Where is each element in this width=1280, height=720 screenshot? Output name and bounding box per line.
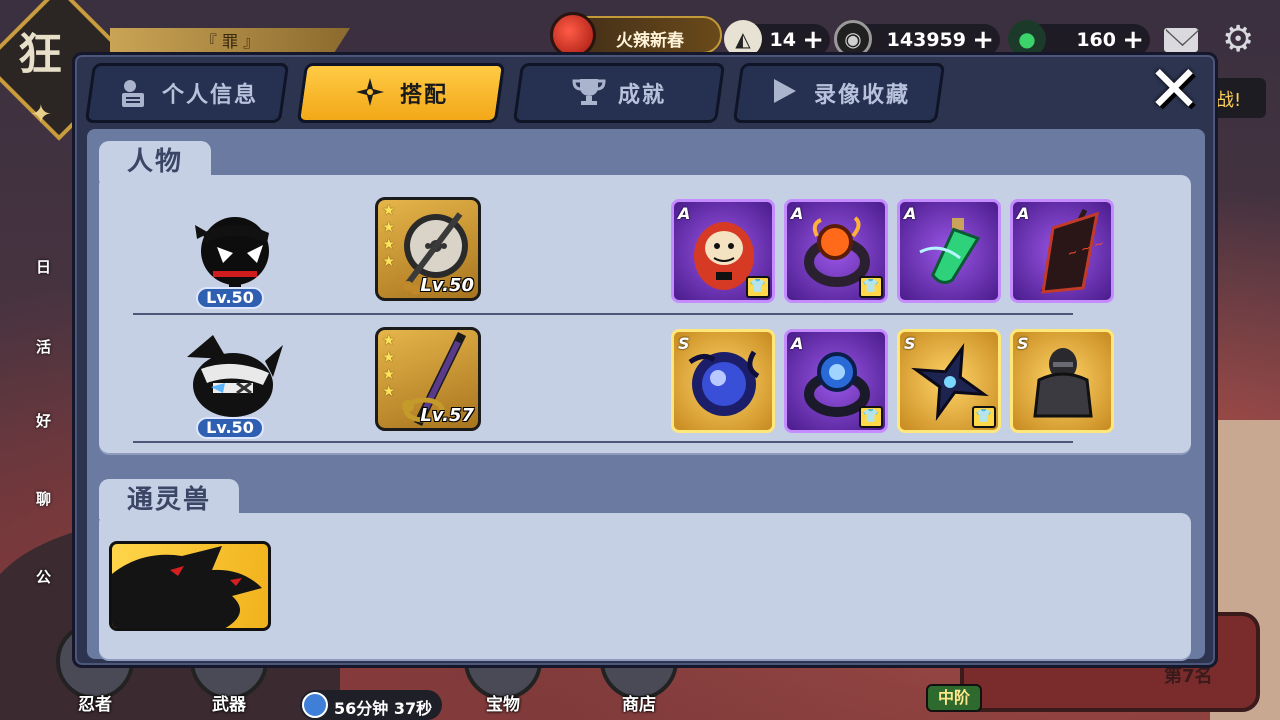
tab-replays-label: 录像收藏 bbox=[813, 83, 910, 108]
character-weapon-2[interactable]: ★ ★ ★ ★ Lv.57 bbox=[375, 327, 481, 431]
trophy-icon bbox=[572, 77, 606, 109]
tab-achievements-label: 成就 bbox=[617, 83, 666, 108]
characters-section: 人物 Lv.50 ★ ★ ★ ★ Lv.50 A 👕 A 👕 A A ~ ~ ~… bbox=[99, 141, 1191, 453]
tab-loadout-label: 搭配 bbox=[399, 83, 448, 108]
modal-body: 人物 Lv.50 ★ ★ ★ ★ Lv.50 A 👕 A 👕 A A ~ ~ ~… bbox=[87, 129, 1205, 659]
nav-shop[interactable]: 商店 bbox=[622, 690, 656, 715]
close-button[interactable]: ✕ bbox=[1143, 58, 1205, 122]
gear-grade-2-1: S bbox=[678, 334, 690, 353]
resource-gem-value: 160 bbox=[1076, 29, 1116, 51]
equipped-badge-icon: 👕 bbox=[859, 406, 883, 428]
add-coin-button[interactable]: + bbox=[972, 25, 994, 55]
gear-slot-1-1[interactable]: A 👕 bbox=[671, 199, 775, 303]
add-rice-button[interactable]: + bbox=[802, 25, 824, 55]
settings-gear-icon[interactable]: ⚙ bbox=[1222, 22, 1254, 58]
characters-section-title: 人物 bbox=[99, 141, 212, 181]
clock-icon bbox=[302, 692, 328, 718]
mail-icon[interactable] bbox=[1164, 28, 1198, 52]
resource-rice-value: 14 bbox=[769, 29, 796, 51]
character-weapon-1[interactable]: ★ ★ ★ ★ Lv.50 bbox=[375, 197, 481, 301]
weapon-stars-1: ★ ★ ★ ★ bbox=[382, 201, 396, 270]
gear-slot-2-4[interactable]: S bbox=[1010, 329, 1114, 433]
timer-chip: 56分钟 37秒 bbox=[300, 690, 442, 720]
tab-profile-info-label: 个人信息 bbox=[161, 83, 258, 108]
gear-grade-1-1: A bbox=[678, 204, 691, 223]
character-level-badge-2: Lv.50 bbox=[196, 417, 264, 439]
row-divider bbox=[133, 441, 1073, 443]
spirit-beast-section: 通灵兽 bbox=[99, 479, 1191, 659]
gear-slot-2-1[interactable]: S bbox=[671, 329, 775, 433]
equipped-badge-icon: 👕 bbox=[859, 276, 883, 298]
gear-grade-2-2: A bbox=[791, 334, 804, 353]
gear-slot-1-2[interactable]: A 👕 bbox=[784, 199, 888, 303]
tab-replays[interactable]: 录像收藏 bbox=[732, 63, 946, 123]
gear-grade-2-3: S bbox=[904, 334, 916, 353]
timer-text: 56分钟 37秒 bbox=[334, 699, 433, 718]
equipped-badge-icon: 👕 bbox=[972, 406, 996, 428]
character-level-badge-1: Lv.50 bbox=[196, 287, 264, 309]
resource-coin-value: 143959 bbox=[886, 29, 966, 51]
tab-loadout[interactable]: 搭配 bbox=[296, 63, 506, 123]
profile-modal: 个人信息 搭配 成就 录像收藏 ✕ 人物 Lv.50 ★ ★ ★ ★ Lv.50… bbox=[72, 52, 1218, 668]
character-avatar-2[interactable] bbox=[177, 327, 283, 427]
weapon-stars-2: ★ ★ ★ ★ bbox=[382, 331, 396, 400]
gear-slot-2-2[interactable]: A 👕 bbox=[784, 329, 888, 433]
spirit-beast-card[interactable] bbox=[109, 541, 271, 631]
nav-ninja[interactable]: 忍者 bbox=[78, 690, 112, 715]
dragon-beast-icon bbox=[112, 546, 262, 628]
equipped-badge-icon: 👕 bbox=[746, 276, 770, 298]
game-logo-text: 狂 bbox=[18, 29, 62, 80]
tab-profile-info[interactable]: 个人信息 bbox=[84, 63, 290, 123]
shuriken-icon bbox=[354, 77, 386, 109]
gear-slot-1-3[interactable]: A bbox=[897, 199, 1001, 303]
play-icon bbox=[768, 77, 800, 109]
event-button[interactable]: 火辣新春 bbox=[550, 12, 722, 58]
gear-grade-2-4: S bbox=[1017, 334, 1029, 353]
gear-slot-1-4[interactable]: A ~ ~ ~ bbox=[1010, 199, 1114, 303]
gear-grade-1-4: A bbox=[1017, 204, 1030, 223]
gear-slot-2-3[interactable]: S 👕 bbox=[897, 329, 1001, 433]
tab-achievements[interactable]: 成就 bbox=[512, 63, 726, 123]
nav-weapon[interactable]: 武器 bbox=[212, 690, 246, 715]
battle-chip[interactable]: 战! bbox=[1210, 78, 1266, 118]
add-gem-button[interactable]: + bbox=[1122, 25, 1144, 55]
weapon-level-1: Lv.50 bbox=[420, 275, 474, 296]
rank-tier-badge: 中阶 bbox=[926, 684, 982, 712]
row-divider bbox=[133, 313, 1073, 315]
logo-star-icon: ✦ bbox=[30, 100, 52, 130]
gear-grade-1-3: A bbox=[904, 204, 917, 223]
spirit-beast-section-title: 通灵兽 bbox=[99, 479, 240, 519]
weapon-level-2: Lv.57 bbox=[420, 405, 474, 426]
gear-grade-1-2: A bbox=[791, 204, 804, 223]
nav-treasure[interactable]: 宝物 bbox=[486, 690, 520, 715]
profile-icon bbox=[116, 77, 148, 109]
event-label: 火辣新春 bbox=[616, 31, 684, 51]
